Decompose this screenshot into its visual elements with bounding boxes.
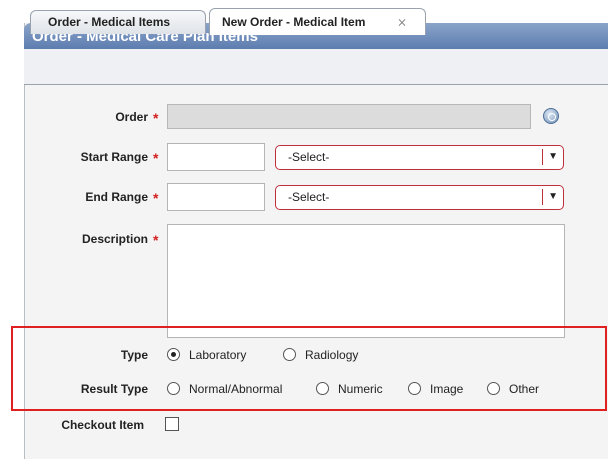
result-type-label: Result Type xyxy=(80,382,148,396)
end-range-unit-select[interactable]: -Select- ▼ xyxy=(275,185,564,210)
type-laboratory-label: Laboratory xyxy=(189,348,247,362)
result-numeric-label: Numeric xyxy=(338,382,383,396)
result-normal-abnormal-label: Normal/Abnormal xyxy=(189,382,283,396)
close-tab-icon[interactable]: ⨯ xyxy=(397,9,407,36)
lookup-icon[interactable] xyxy=(543,108,559,124)
select-separator xyxy=(542,149,543,165)
end-range-label: End Range xyxy=(85,190,148,204)
type-label: Type xyxy=(120,348,148,362)
tab-label: New Order - Medical Item xyxy=(222,15,366,29)
result-image-label: Image xyxy=(430,382,464,396)
result-normal-abnormal-radio[interactable] xyxy=(167,382,180,395)
start-range-label: Start Range xyxy=(80,150,148,164)
description-label: Description xyxy=(81,232,148,246)
select-value: -Select- xyxy=(288,150,330,164)
chevron-down-icon: ▼ xyxy=(548,191,558,202)
result-numeric-radio[interactable] xyxy=(316,382,329,395)
tab-new-order-medical-item[interactable]: New Order - Medical Item ⨯ xyxy=(209,8,426,35)
checkout-item-checkbox[interactable] xyxy=(165,417,179,431)
type-laboratory-radio[interactable] xyxy=(167,348,180,361)
description-textarea[interactable] xyxy=(167,224,565,338)
checkout-item-label: Checkout Item xyxy=(61,418,144,432)
type-radiology-radio[interactable] xyxy=(283,348,296,361)
chevron-down-icon: ▼ xyxy=(548,151,558,162)
required-marker: * xyxy=(153,190,159,206)
type-radiology-label: Radiology xyxy=(305,348,359,362)
select-value: -Select- xyxy=(288,190,330,204)
end-range-input[interactable] xyxy=(167,183,265,211)
result-other-radio[interactable] xyxy=(487,382,500,395)
result-image-radio[interactable] xyxy=(408,382,421,395)
order-label: Order xyxy=(115,110,148,124)
required-marker: * xyxy=(153,232,159,248)
select-separator xyxy=(542,189,543,205)
tab-label: Order - Medical Items xyxy=(48,15,171,29)
tab-strip xyxy=(24,49,608,85)
highlight-box xyxy=(11,326,607,411)
tab-order-medical-items[interactable]: Order - Medical Items xyxy=(30,10,206,34)
start-range-unit-select[interactable]: -Select- ▼ xyxy=(275,145,564,170)
required-marker: * xyxy=(153,110,159,126)
result-other-label: Other xyxy=(509,382,540,396)
order-field xyxy=(167,104,531,129)
required-marker: * xyxy=(153,150,159,166)
start-range-input[interactable] xyxy=(167,143,265,171)
